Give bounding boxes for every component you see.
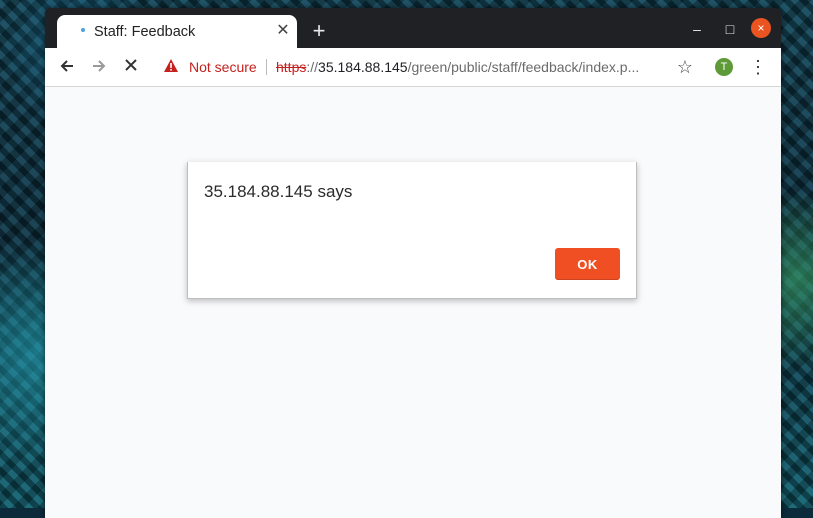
loading-dot-icon xyxy=(81,28,85,32)
maximize-button[interactable]: □ xyxy=(720,19,740,39)
browser-window: Staff: Feedback ✕ + – □ × Not secure htt… xyxy=(45,8,781,518)
alert-dialog: 35.184.88.145 says OK xyxy=(187,162,637,299)
minimize-button[interactable]: – xyxy=(687,19,707,39)
plus-icon[interactable]: + xyxy=(307,19,331,43)
stop-loading-icon[interactable] xyxy=(121,57,141,77)
avatar[interactable]: T xyxy=(715,58,733,76)
url-scheme: https xyxy=(276,59,307,75)
arrow-right-icon[interactable] xyxy=(89,57,109,77)
security-status-label[interactable]: Not secure xyxy=(189,59,257,75)
tab-title: Staff: Feedback xyxy=(94,24,196,40)
url-host: 35.184.88.145 xyxy=(318,59,408,75)
ok-button[interactable]: OK xyxy=(555,248,620,280)
three-dots-vertical-icon[interactable]: ⋮ xyxy=(749,57,767,77)
dialog-title: 35.184.88.145 says xyxy=(204,182,353,201)
close-icon[interactable]: ✕ xyxy=(273,21,293,41)
warning-triangle-icon[interactable] xyxy=(163,58,179,74)
page-content: 35.184.88.145 says OK xyxy=(45,87,781,518)
url-path: /green/public/staff/feedback/index.p... xyxy=(407,59,640,75)
url-scheme-suffix: :// xyxy=(306,59,319,75)
star-icon[interactable]: ☆ xyxy=(675,57,695,77)
url-text[interactable]: https://35.184.88.145/green/public/staff… xyxy=(276,59,639,75)
tab-strip: Staff: Feedback ✕ + – □ × xyxy=(45,8,781,49)
arrow-left-icon[interactable] xyxy=(57,57,77,77)
window-close-button[interactable]: × xyxy=(751,18,771,38)
tab-staff-feedback[interactable]: Staff: Feedback ✕ xyxy=(57,15,297,49)
omnibox-separator xyxy=(266,59,267,75)
address-bar[interactable]: Not secure https://35.184.88.145/green/p… xyxy=(160,56,715,78)
browser-toolbar: Not secure https://35.184.88.145/green/p… xyxy=(45,48,781,87)
